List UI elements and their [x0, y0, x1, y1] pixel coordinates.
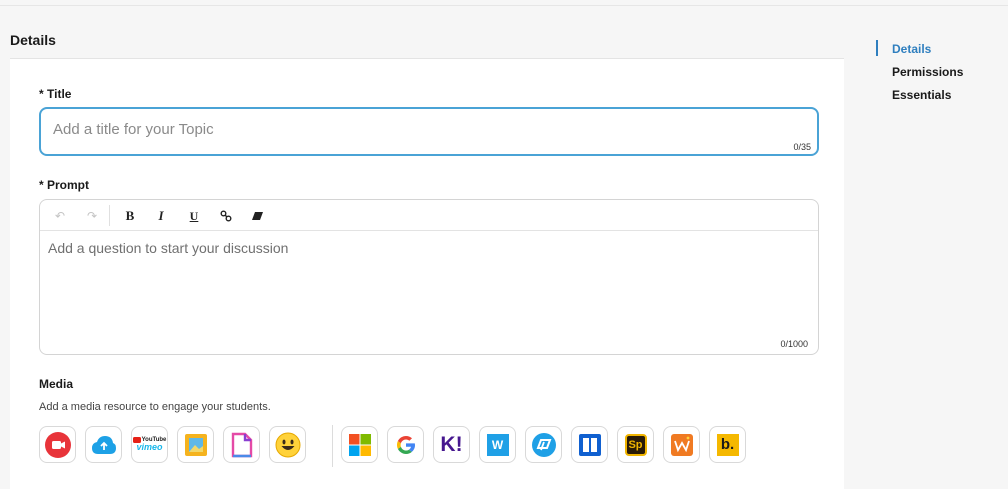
media-description: Add a media resource to engage your stud…: [39, 401, 271, 413]
video-camera-icon: [44, 431, 71, 458]
underline-button[interactable]: U: [184, 207, 204, 225]
google-button[interactable]: [387, 426, 424, 463]
nav-item-essentials[interactable]: Essentials: [892, 88, 951, 102]
prompt-placeholder: Add a question to start your discussion: [48, 240, 289, 256]
title-input[interactable]: [53, 121, 753, 138]
undo-icon[interactable]: ↶: [50, 207, 70, 225]
prompt-label: * Prompt: [39, 178, 90, 192]
link-icon[interactable]: [216, 207, 236, 225]
details-card: * Title 0/35 * Prompt ↶ ↷ B I U: [10, 58, 844, 489]
image-button[interactable]: [177, 426, 214, 463]
cloud-upload-icon: [91, 435, 116, 454]
image-frame-icon: [184, 433, 207, 456]
clear-format-icon[interactable]: [247, 207, 267, 225]
nav-item-details[interactable]: Details: [892, 42, 931, 56]
prompt-editor[interactable]: ↶ ↷ B I U Add a question to start your d…: [39, 199, 819, 355]
nav-active-indicator: [876, 40, 878, 56]
title-label: * Title: [39, 87, 72, 101]
document-button[interactable]: [223, 426, 260, 463]
google-logo-icon: [396, 435, 415, 454]
emoji-button[interactable]: [269, 426, 306, 463]
microsoft-button[interactable]: [341, 426, 378, 463]
wixie-button[interactable]: [663, 426, 700, 463]
buncee-logo-icon: b.: [716, 433, 739, 456]
toolbar-divider: [109, 205, 110, 226]
editor-toolbar: ↶ ↷ B I U: [40, 200, 818, 231]
vimeo-logo-icon: vimeo: [136, 442, 163, 452]
record-video-button[interactable]: [39, 426, 76, 463]
link-glyph: [220, 210, 232, 222]
kahoot-logo-icon: K!: [440, 432, 463, 456]
media-divider: [332, 425, 333, 467]
nearpod-logo-icon: [531, 432, 556, 457]
section-heading: Details: [10, 32, 56, 48]
youtube-vimeo-button[interactable]: YouTube vimeo: [131, 426, 168, 463]
top-divider: [0, 0, 1008, 6]
title-char-counter: 0/35: [793, 142, 811, 152]
nav-item-permissions[interactable]: Permissions: [892, 65, 963, 79]
nearpod-button[interactable]: [525, 426, 562, 463]
redo-icon[interactable]: ↷: [82, 207, 102, 225]
prompt-char-counter: 0/1000: [780, 339, 808, 349]
italic-button[interactable]: I: [151, 207, 171, 225]
upload-file-button[interactable]: [85, 426, 122, 463]
book-creator-button[interactable]: [571, 426, 608, 463]
book-icon: [578, 433, 601, 456]
bold-button[interactable]: B: [120, 207, 140, 225]
spark-logo-icon: Sp: [624, 433, 647, 456]
microsoft-logo-icon: [348, 433, 371, 456]
media-heading: Media: [39, 377, 74, 391]
wakelet-logo-icon: W: [486, 433, 509, 456]
kahoot-button[interactable]: K!: [433, 426, 470, 463]
title-input-container[interactable]: 0/35: [39, 107, 819, 156]
adobe-spark-button[interactable]: Sp: [617, 426, 654, 463]
buncee-button[interactable]: b.: [709, 426, 746, 463]
document-icon: [231, 432, 252, 457]
smiley-icon: [275, 432, 300, 457]
wakelet-button[interactable]: W: [479, 426, 516, 463]
eraser-glyph: [251, 212, 263, 220]
wixie-logo-icon: [670, 433, 693, 456]
